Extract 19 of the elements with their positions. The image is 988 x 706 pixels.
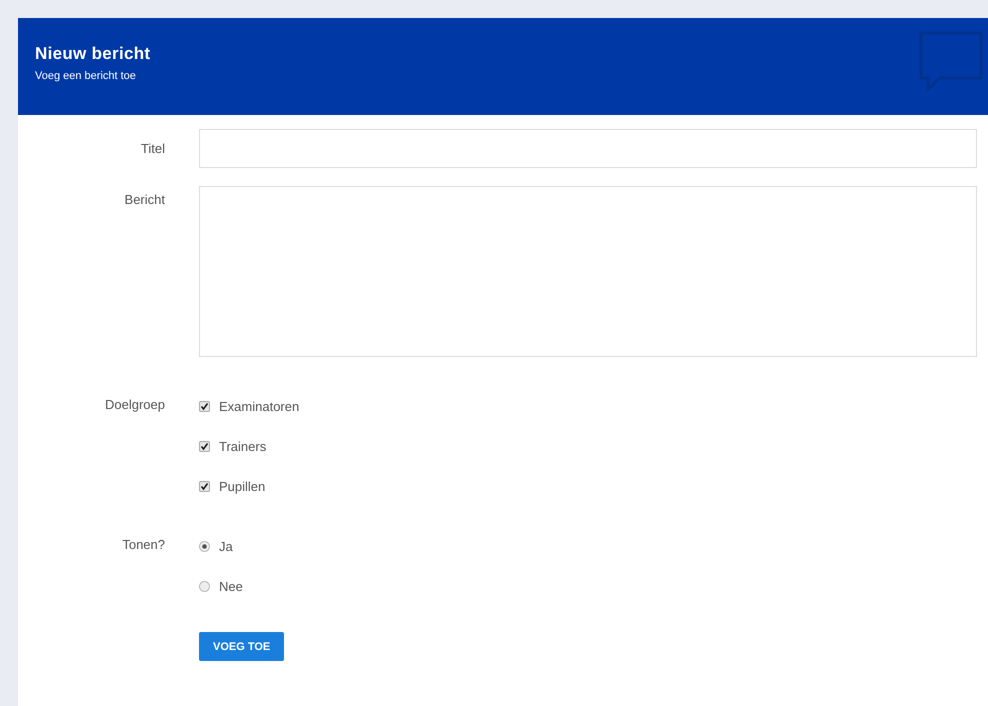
checkbox-label: Trainers (219, 439, 266, 454)
page-title: Nieuw bericht (35, 44, 152, 64)
checkbox[interactable] (199, 401, 210, 412)
checkbox-label: Examinatoren (219, 399, 300, 414)
radio-button[interactable] (199, 541, 210, 552)
page-subtitle: Voeg een bericht toe (35, 70, 137, 82)
radio-button[interactable] (199, 581, 210, 592)
checkbox[interactable] (199, 441, 210, 452)
radio-label: Ja (219, 539, 233, 554)
checkbox-label: Pupillen (219, 479, 266, 494)
message-field[interactable] (199, 186, 977, 357)
field-label: Bericht (124, 191, 166, 209)
checkbox[interactable] (199, 481, 210, 492)
field-label: Tonen? (121, 537, 166, 554)
field-label: Titel (140, 140, 166, 158)
radio-label: Nee (219, 579, 243, 594)
submit-button[interactable]: VOEG TOE (199, 632, 284, 661)
title-field[interactable] (199, 129, 977, 168)
field-label: Doelgroep (104, 397, 166, 414)
